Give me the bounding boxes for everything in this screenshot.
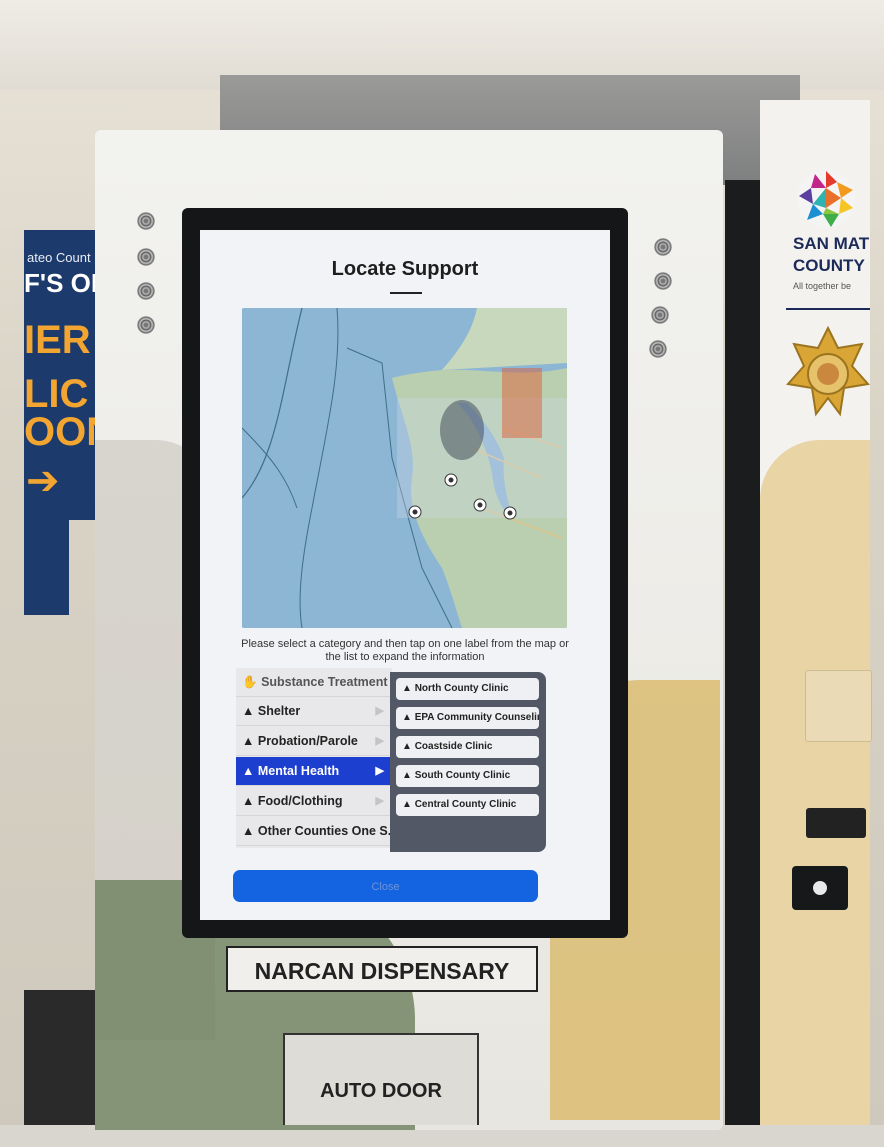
right-brand-tagline: All together be bbox=[793, 281, 852, 291]
map-pin-icon[interactable] bbox=[503, 506, 517, 520]
left-sign-line1: ateo Count bbox=[27, 250, 91, 265]
touch-screen: Locate Support Please select a category … bbox=[200, 230, 610, 920]
location-north-county-clinic[interactable]: ▲ North County Clinic bbox=[396, 678, 539, 700]
page-title: Locate Support bbox=[331, 258, 479, 280]
scanner-lens bbox=[813, 881, 827, 895]
category-label: Food/Clothing bbox=[257, 794, 343, 808]
location-label: North County Clinic bbox=[414, 683, 509, 694]
close-button[interactable]: Close bbox=[233, 870, 538, 902]
right-brand-divider bbox=[786, 308, 870, 310]
triangle-icon: ▲ bbox=[242, 704, 255, 718]
instructions-text: Please select a category and then tap on… bbox=[241, 638, 569, 663]
chevron-right-icon: ▶ bbox=[375, 795, 384, 807]
speaker-icon bbox=[137, 282, 155, 300]
right-kiosk-silhouette bbox=[760, 440, 870, 1125]
auto-door[interactable]: AUTO DOOR bbox=[283, 1033, 479, 1125]
category-substance-treatment[interactable]: ✋ Substance Treatment bbox=[236, 668, 392, 697]
sheriff-badge-icon bbox=[786, 326, 870, 417]
location-label: Central County Clinic bbox=[414, 799, 517, 810]
category-shelter[interactable]: ▲ Shelter ▶ bbox=[236, 697, 392, 726]
right-brand-line1: SAN MAT bbox=[793, 234, 870, 253]
floor-dark bbox=[24, 990, 104, 1125]
chevron-right-icon: ▶ bbox=[375, 705, 384, 717]
kiosk-gap bbox=[725, 180, 765, 1125]
triangle-icon: ▲ bbox=[242, 764, 255, 778]
category-food-clothing[interactable]: ▲ Food/Clothing ▶ bbox=[236, 787, 392, 816]
category-probation-parole[interactable]: ▲ Probation/Parole ▶ bbox=[236, 727, 392, 756]
location-coastside-clinic[interactable]: ▲ Coastside Clinic bbox=[396, 736, 539, 758]
triangle-icon: ▲ bbox=[242, 824, 255, 838]
left-sign-line5: OON bbox=[24, 410, 96, 454]
map-graphic[interactable] bbox=[242, 308, 567, 628]
triangle-icon: ▲ bbox=[242, 734, 255, 748]
category-label: Mental Health bbox=[257, 764, 340, 778]
map-pin-icon[interactable] bbox=[444, 473, 458, 487]
scanner-icon bbox=[792, 866, 848, 910]
location-central-county-clinic[interactable]: ▲ Central County Clinic bbox=[396, 794, 539, 816]
speaker-icon bbox=[649, 340, 667, 358]
category-other-counties[interactable]: ▲ Other Counties One S.op bbox=[236, 817, 392, 846]
left-small-sign bbox=[24, 520, 69, 615]
left-sign-line3: IER bbox=[24, 318, 91, 362]
location-label: South County Clinic bbox=[414, 770, 511, 781]
category-label: Substance Treatment bbox=[261, 675, 388, 689]
left-sign-line2: F'S OF bbox=[24, 268, 96, 298]
right-brand-line2: COUNTY bbox=[793, 256, 865, 275]
speaker-icon bbox=[137, 212, 155, 230]
category-label: Shelter bbox=[257, 704, 301, 718]
left-wall-sign: ateo Count F'S OF IER LIC OON ➔ bbox=[24, 230, 96, 520]
category-list: ✋ Substance Treatment ▲ Shelter ▶ ▲ Proba… bbox=[236, 668, 392, 848]
map-pin-icon[interactable] bbox=[408, 505, 422, 519]
speaker-icon bbox=[137, 316, 155, 334]
category-label: Other Counties One S.op bbox=[257, 824, 392, 838]
lock-icon bbox=[806, 808, 866, 838]
speaker-icon bbox=[651, 306, 669, 324]
triangle-icon: ▲ bbox=[242, 794, 255, 808]
chevron-right-icon: ▶ bbox=[375, 765, 384, 777]
support-map[interactable] bbox=[242, 308, 567, 628]
location-epa-community-counseling[interactable]: ▲ EPA Community Counseling bbox=[396, 707, 539, 729]
location-label: Coastside Clinic bbox=[414, 741, 493, 752]
san-mateo-logo-icon bbox=[797, 170, 855, 228]
location-list: ▲ North County Clinic ▲ EPA Community Co… bbox=[390, 672, 546, 852]
location-south-county-clinic[interactable]: ▲ South County Clinic bbox=[396, 765, 539, 787]
speaker-icon bbox=[654, 238, 672, 256]
chevron-right-icon: ▶ bbox=[375, 735, 384, 747]
right-kiosk-panel bbox=[805, 670, 872, 742]
speaker-icon bbox=[137, 248, 155, 266]
title-underline bbox=[390, 292, 422, 294]
location-label: EPA Community Counseling bbox=[414, 712, 539, 723]
hand-icon: ✋ bbox=[242, 675, 258, 689]
map-pin-icon[interactable] bbox=[473, 498, 487, 512]
arrow-right-icon: ➔ bbox=[26, 459, 60, 503]
category-label: Probation/Parole bbox=[257, 734, 358, 748]
category-mental-health[interactable]: ▲ Mental Health ▶ bbox=[236, 757, 392, 786]
narcan-dispensary-label: NARCAN DISPENSARY bbox=[226, 946, 538, 992]
speaker-icon bbox=[654, 272, 672, 290]
